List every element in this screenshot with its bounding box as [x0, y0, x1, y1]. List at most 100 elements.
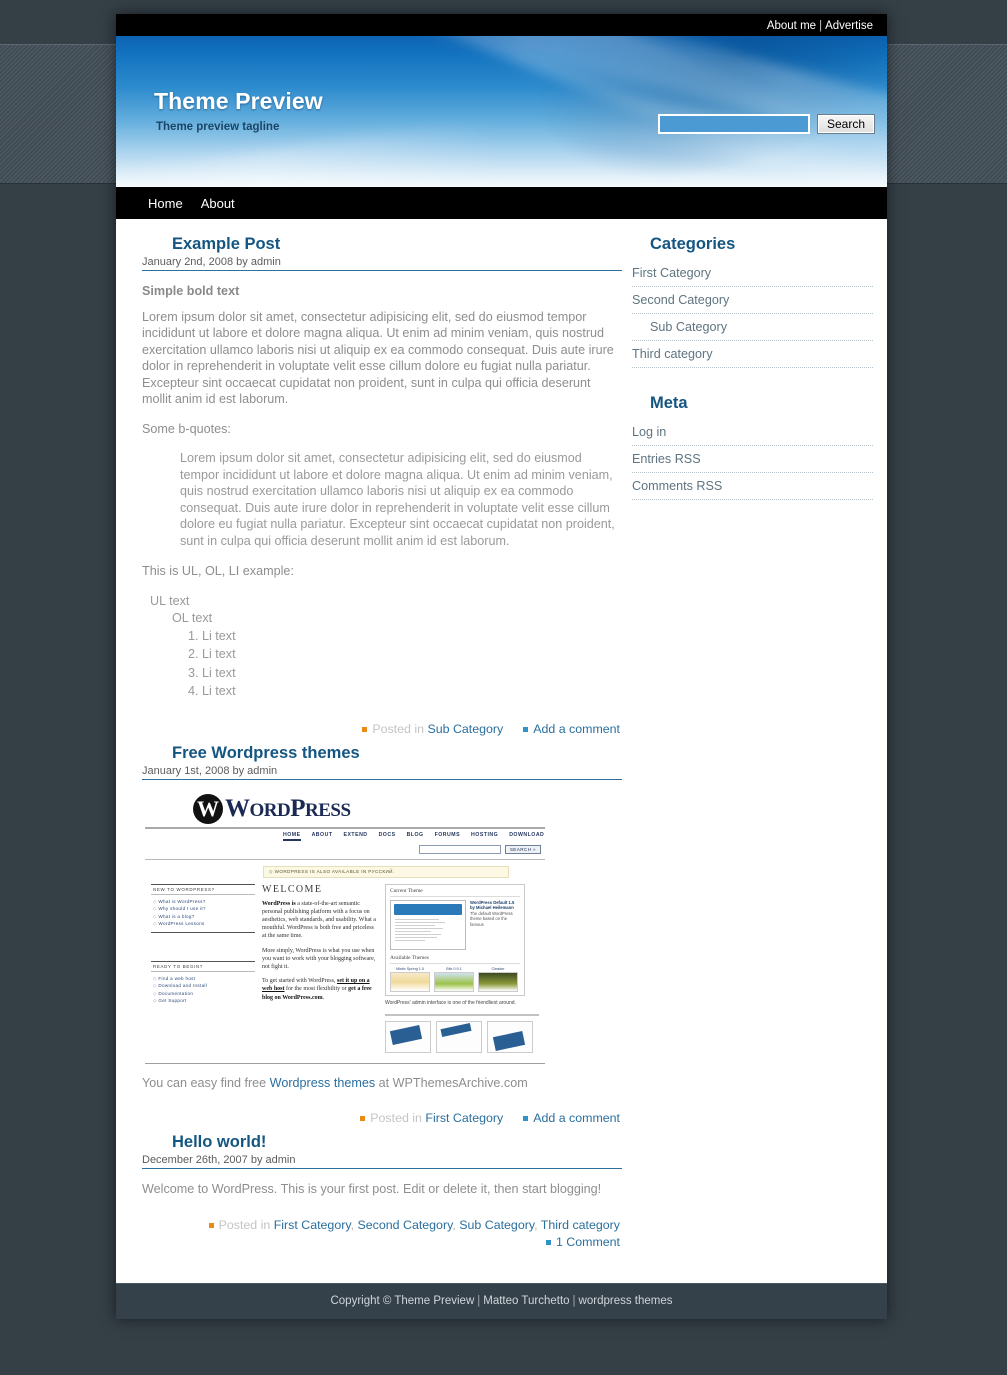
site-title[interactable]: Theme Preview: [154, 88, 323, 115]
comments-link[interactable]: 1 Comment: [556, 1235, 620, 1249]
wp-link-item: Get Support: [153, 997, 255, 1005]
list-item: Li text: [202, 645, 622, 664]
add-comment-link[interactable]: Add a comment: [533, 722, 620, 736]
category-link[interactable]: First Category: [425, 1111, 503, 1125]
wp-theme-note: WordPress Default 1.5 by Michael Heilema…: [470, 900, 520, 950]
category-link[interactable]: Third category: [632, 347, 713, 361]
widget-title: Meta: [650, 394, 688, 412]
wp-divider: [385, 1013, 539, 1016]
nav-item-home[interactable]: Home: [148, 196, 183, 211]
ordered-list-label: OL text: [172, 610, 213, 625]
wp-columns: NEW TO WORDPRESS? What is WordPress? Why…: [145, 883, 545, 1053]
wp-new-to-heading: NEW TO WORDPRESS?: [151, 883, 255, 895]
wp-search-row: SEARCH »: [145, 844, 545, 854]
wp-card: [385, 1020, 431, 1053]
wp-nav: HOME ABOUT EXTEND DOCS BLOG FORUMS HOSTI…: [283, 832, 545, 841]
meta-list: Log in Entries RSS Comments RSS: [632, 419, 873, 500]
category-link[interactable]: Sub Category: [427, 722, 503, 736]
sidebar-item-log-in[interactable]: Log in: [632, 419, 873, 446]
sidebar-item-sub-category[interactable]: Sub Category: [632, 314, 873, 341]
category-link[interactable]: Second Category: [358, 1218, 453, 1232]
sidebar-item-entries-rss[interactable]: Entries RSS: [632, 446, 873, 473]
sidebar: Categories First Category Second Categor…: [632, 235, 887, 1257]
wp-welcome-heading: WELCOME: [262, 883, 323, 895]
unordered-list: UL text: [150, 593, 622, 610]
category-link[interactable]: First Category: [274, 1218, 351, 1232]
category-link[interactable]: Sub Category: [650, 320, 727, 334]
primary-navigation: Home About: [116, 187, 887, 219]
wp-link-item: Documentation: [153, 990, 255, 998]
search-input[interactable]: [657, 114, 810, 134]
post-body: Welcome to WordPress. This is your first…: [142, 1181, 622, 1198]
post-paragraph: Welcome to WordPress. This is your first…: [142, 1181, 602, 1196]
sidebar-item-comments-rss[interactable]: Comments RSS: [632, 473, 873, 500]
topbar-link-about-me[interactable]: About me: [767, 20, 816, 32]
entries-rss-link[interactable]: Entries RSS: [632, 452, 701, 466]
wp-paragraph-1-bold: WordPress is: [262, 900, 296, 907]
wp-nav-item-extend: EXTEND: [343, 831, 368, 838]
wp-nav-item-home: HOME: [283, 832, 301, 841]
wp-link-item: WordPress Lessons: [153, 920, 255, 928]
wp-middle-column: WELCOME WordPress is a state-of-the-art …: [255, 884, 385, 1053]
masthead: Theme Preview Theme preview tagline Sear…: [116, 36, 887, 187]
wp-available-theme-name: Cleaker: [491, 966, 505, 971]
comments-group: Add a comment: [523, 1111, 620, 1125]
ordered-list: Li text Li text Li text Li text: [180, 627, 622, 701]
category-bullet-icon: [360, 1115, 366, 1121]
nav-item-about[interactable]: About: [201, 196, 235, 211]
category-link[interactable]: Third category: [541, 1218, 620, 1232]
list-item: Li text: [202, 682, 622, 701]
wp-current-theme-heading: Current Theme: [390, 888, 520, 897]
widget-meta: Meta Log in Entries RSS Comments RSS: [632, 394, 873, 500]
wordpress-themes-link[interactable]: Wordpress themes: [270, 1076, 375, 1090]
posted-in-group: Posted in First Category: [360, 1111, 503, 1125]
wp-paragraph-2: More simply, WordPress is what you use w…: [262, 947, 376, 970]
search-button[interactable]: Search: [816, 114, 875, 134]
comma: ,: [534, 1218, 538, 1232]
wp-ready-links: Find a web host Download and Install Doc…: [153, 975, 255, 1005]
post-quote-lead: Some b-quotes:: [142, 421, 231, 436]
post-title-link[interactable]: Hello world!: [172, 1133, 266, 1151]
comments-rss-link[interactable]: Comments RSS: [632, 479, 722, 493]
wp-wordmark-ress: RESS: [305, 800, 351, 821]
post-title-link[interactable]: Example Post: [172, 235, 280, 253]
content-column: Example Post January 2nd, 2008 by admin …: [116, 235, 632, 1257]
wp-available-theme: Cleaker: [478, 967, 518, 992]
wp-language-notice: ◇ WORDPRESS IS ALSO AVAILABLE IN РУССКИЙ…: [263, 865, 509, 878]
wp-available-theme-thumb: [390, 971, 430, 992]
sidebar-item-third-category[interactable]: Third category: [632, 341, 873, 368]
wp-available-theme-name: Mistic Spring 1.0: [395, 966, 425, 971]
post-blockquote-text: Lorem ipsum dolor sit amet, consectetur …: [180, 451, 615, 548]
post-title: Hello world!: [172, 1133, 622, 1152]
wp-logo-row: W WORDPRESS: [145, 792, 545, 829]
post-caption-after: at WPThemesArchive.com: [375, 1075, 528, 1090]
wp-link-item: What is WordPress?: [153, 898, 255, 906]
footer-author-link[interactable]: Matteo Turchetto: [483, 1295, 569, 1307]
wp-wordmark-w: W: [225, 795, 250, 822]
post-caption-before: You can easy find free: [142, 1075, 270, 1090]
wp-search-button: SEARCH »: [504, 844, 541, 854]
comment-bullet-icon: [523, 1115, 529, 1121]
comment-bullet-icon: [523, 726, 529, 732]
sidebar-item-first-category[interactable]: First Category: [632, 260, 873, 287]
wp-available-theme-name: Blix 0.9.1: [446, 966, 462, 971]
wp-paragraph-1: WordPress is a state-of-the-art semantic…: [262, 900, 378, 941]
log-in-link[interactable]: Log in: [632, 425, 666, 439]
sidebar-item-second-category[interactable]: Second Category: [632, 287, 873, 314]
wp-wordmark-p: P: [290, 795, 306, 822]
post-title: Example Post: [172, 235, 622, 254]
category-link[interactable]: Second Category: [632, 293, 729, 307]
comments-group: Add a comment: [523, 722, 620, 736]
post-meta: January 2nd, 2008 by admin: [142, 256, 622, 271]
category-link[interactable]: First Category: [632, 266, 711, 280]
category-bullet-icon: [362, 726, 368, 732]
footer-credit-link[interactable]: wordpress themes: [579, 1295, 673, 1307]
post-body: Simple bold text Lorem ipsum dolor sit a…: [142, 283, 622, 701]
wp-ready-heading: READY TO BEGIN?: [151, 960, 255, 972]
add-comment-link[interactable]: Add a comment: [533, 1111, 620, 1125]
list-item: UL text: [150, 593, 190, 608]
wp-link-item: What is a blog?: [153, 913, 255, 921]
post-title-link[interactable]: Free Wordpress themes: [172, 744, 360, 762]
topbar-link-advertise[interactable]: Advertise: [825, 20, 873, 32]
category-link[interactable]: Sub Category: [459, 1218, 534, 1232]
